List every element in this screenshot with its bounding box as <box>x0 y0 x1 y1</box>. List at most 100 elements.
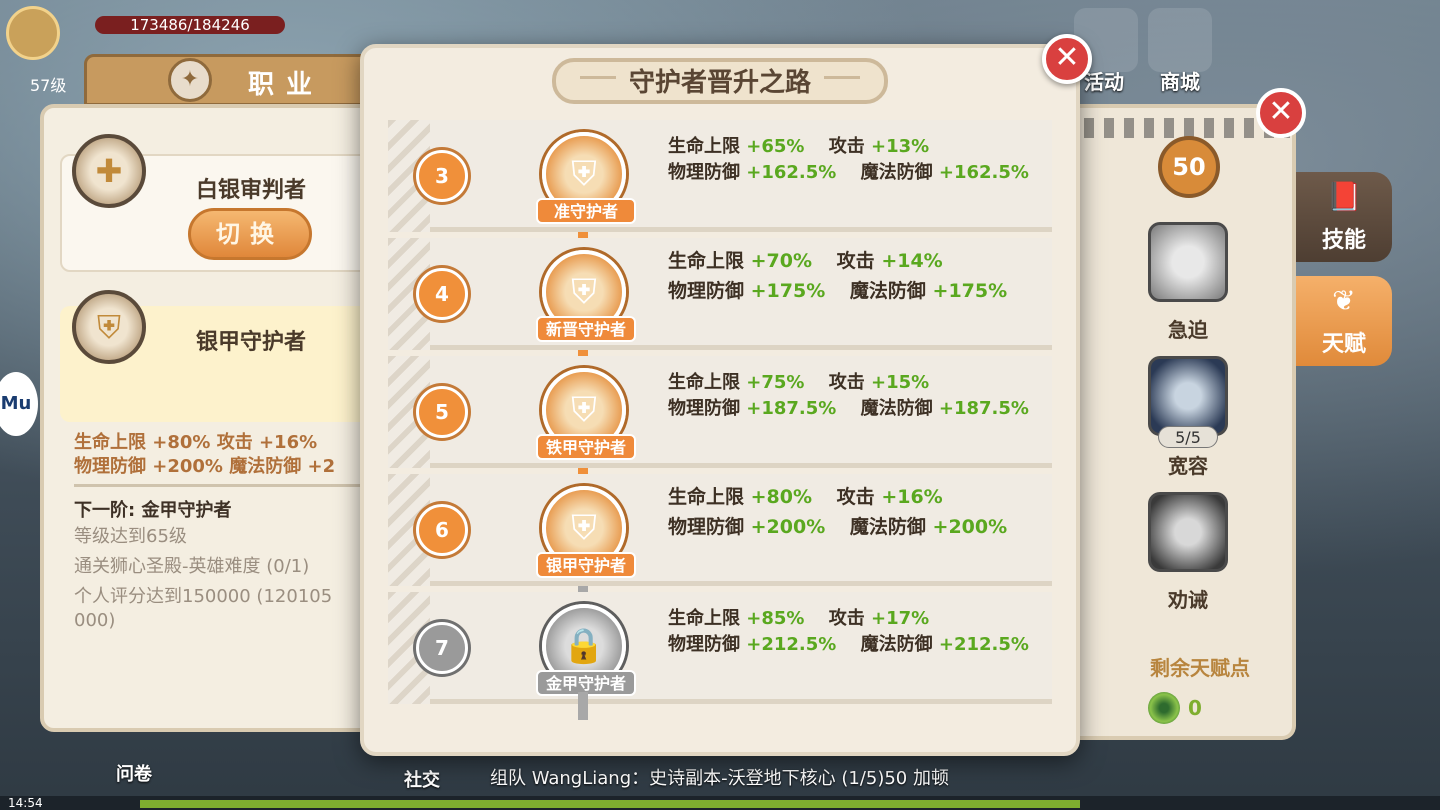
talent-tab[interactable]: ❦ 天赋 <box>1296 276 1392 366</box>
class-tab[interactable] <box>84 54 384 106</box>
pdef-value: +200% <box>750 516 826 538</box>
requirement-dungeon: 通关狮心圣殿-英雄难度 (0/1) <box>74 556 310 577</box>
tier-step-badge: 3 <box>416 150 468 202</box>
tier-stats-line-2: 物理防御 +212.5% 魔法防御 +212.5% <box>668 630 1029 656</box>
pdef-label: 物理防御 <box>668 398 740 419</box>
hp-value: +80% <box>750 486 813 508</box>
tier-stats-line-1: 生命上限 +85% 攻击 +17% <box>668 604 929 630</box>
tier-name: 准守护者 <box>536 198 636 224</box>
talent-point-icon <box>1148 692 1180 724</box>
atk-label: 攻击 <box>828 372 865 393</box>
tier-row[interactable]: 5 ⛨ 铁甲守护者 生命上限 +75% 攻击 +15% 物理防御 +187.5%… <box>388 356 1052 468</box>
hp-label: 生命上限 <box>668 372 740 393</box>
pdef-value: +212.5% <box>746 634 837 655</box>
current-stats-line-2: 物理防御 +200% 魔法防御 +2 <box>74 456 336 477</box>
book-icon: 📕 <box>1326 180 1362 213</box>
pdef-value: +187.5% <box>746 398 837 419</box>
modal-title: 守护者晋升之路 <box>628 68 811 98</box>
hp-value: +70% <box>750 250 813 272</box>
tier-stats-line-2: 物理防御 +175% 魔法防御 +175% <box>668 276 1007 303</box>
hp-bar: 173486/184246 <box>95 16 285 34</box>
tier-stats-line-2: 物理防御 +200% 魔法防御 +200% <box>668 512 1007 539</box>
atk-label: 攻击 <box>828 136 865 157</box>
exp-bar-fill <box>140 800 1080 808</box>
requirement-score-cont: 000) <box>74 610 116 631</box>
tier-step-badge: 5 <box>416 386 468 438</box>
tier-stats-line-1: 生命上限 +75% 攻击 +15% <box>668 368 929 394</box>
skill-count: 5/5 <box>1158 426 1218 448</box>
divider <box>74 484 364 487</box>
survey-label[interactable]: 问卷 <box>116 760 152 786</box>
tier-name: 铁甲守护者 <box>536 434 636 460</box>
tier-name: 新晋守护者 <box>536 316 636 342</box>
atk-value: +13% <box>871 136 930 157</box>
pdef-label: 物理防御 <box>668 634 740 655</box>
hp-label: 生命上限 <box>668 608 740 629</box>
atk-label: 攻击 <box>836 486 875 508</box>
tier-row[interactable]: 4 ⛨ 新晋守护者 生命上限 +70% 攻击 +14% 物理防御 +175% 魔… <box>388 238 1052 350</box>
player-avatar[interactable] <box>6 6 60 60</box>
shop-label[interactable]: 商城 <box>1160 66 1200 95</box>
talent-tab-label: 天赋 <box>1321 332 1366 357</box>
book-hand-icon[interactable] <box>1148 492 1228 572</box>
statue-face-icon[interactable] <box>1148 222 1228 302</box>
skill-label-2: 宽容 <box>1168 454 1208 478</box>
social-label[interactable]: 社交 <box>404 766 440 792</box>
tier-name: 银甲守护者 <box>536 552 636 578</box>
requirement-score: 个人评分达到150000 (120105 <box>74 586 333 607</box>
tier-row[interactable]: 6 ⛨ 银甲守护者 生命上限 +80% 攻击 +16% 物理防御 +200% 魔… <box>388 474 1052 586</box>
pdef-label: 物理防御 <box>668 162 740 183</box>
wing-icon: ❦ <box>1332 284 1356 317</box>
hp-value: +85% <box>746 608 805 629</box>
mdef-value: +162.5% <box>938 162 1029 183</box>
skill-label-3: 劝诫 <box>1168 588 1208 612</box>
close-talent-button[interactable]: ✕ <box>1256 88 1306 138</box>
pdef-label: 物理防御 <box>668 516 745 538</box>
pdef-label: 物理防御 <box>668 280 745 302</box>
remaining-points-label: 剩余天赋点 <box>1150 656 1250 680</box>
hp-label: 生命上限 <box>668 486 745 508</box>
tier-step-badge: 6 <box>416 504 468 556</box>
mdef-label: 魔法防御 <box>860 398 933 419</box>
talent-level-badge: 50 <box>1158 136 1220 198</box>
hp-label: 生命上限 <box>668 136 740 157</box>
hp-label: 生命上限 <box>668 250 745 272</box>
atk-label: 攻击 <box>836 250 875 272</box>
chat-line[interactable]: 组队 WangLiang：史诗副本-沃登地下核心 (1/5)50 加顿 <box>490 764 949 790</box>
mdef-label: 魔法防御 <box>849 280 926 302</box>
tier-list[interactable]: 3 ⛨ 准守护者 生命上限 +65% 攻击 +13% 物理防御 +162.5% … <box>388 120 1052 720</box>
shop-icon[interactable] <box>1148 8 1212 72</box>
clock: 14:54 <box>8 796 43 810</box>
current-stats-line-1: 生命上限 +80% 攻击 +16% <box>74 432 318 453</box>
tier-step-badge: 7 <box>416 622 468 674</box>
close-icon[interactable]: ✕ <box>1042 34 1092 84</box>
next-tier-label: 下一阶: 金甲守护者 <box>74 500 232 521</box>
tier-stats-line-2: 物理防御 +162.5% 魔法防御 +162.5% <box>668 158 1029 184</box>
tier-connector <box>578 692 588 720</box>
player-level: 57级 <box>30 76 67 95</box>
mdef-value: +212.5% <box>938 634 1029 655</box>
tier-stats-line-1: 生命上限 +65% 攻击 +13% <box>668 132 929 158</box>
mdef-label: 魔法防御 <box>849 516 926 538</box>
remaining-points-value: 0 <box>1188 696 1202 720</box>
atk-value: +15% <box>871 372 930 393</box>
tier-stats-line-2: 物理防御 +187.5% 魔法防御 +187.5% <box>668 394 1029 420</box>
class-tab-label: 职业 <box>248 70 325 100</box>
tier-row[interactable]: 3 ⛨ 准守护者 生命上限 +65% 攻击 +13% 物理防御 +162.5% … <box>388 120 1052 232</box>
mdef-label: 魔法防御 <box>860 634 933 655</box>
tier-row-locked[interactable]: 7 🔒 金甲守护者 生命上限 +85% 攻击 +17% 物理防御 +212.5%… <box>388 592 1052 704</box>
pdef-value: +162.5% <box>746 162 837 183</box>
hp-value: +75% <box>746 372 805 393</box>
requirement-level: 等级达到65级 <box>74 526 187 547</box>
skills-tab[interactable]: 📕 技能 <box>1296 172 1392 262</box>
skills-tab-label: 技能 <box>1321 228 1366 253</box>
atk-value: +16% <box>881 486 943 508</box>
mdef-label: 魔法防御 <box>860 162 933 183</box>
events-label[interactable]: 活动 <box>1084 66 1124 95</box>
judicator-crest-icon: ✚ <box>72 134 146 208</box>
switch-class-button[interactable]: 切换 <box>188 208 312 260</box>
tier-stats-line-1: 生命上限 +80% 攻击 +16% <box>668 482 943 509</box>
class-name-1: 白银审判者 <box>196 178 307 203</box>
tier-stats-line-1: 生命上限 +70% 攻击 +14% <box>668 246 943 273</box>
holy-cross-icon[interactable] <box>1148 356 1228 436</box>
